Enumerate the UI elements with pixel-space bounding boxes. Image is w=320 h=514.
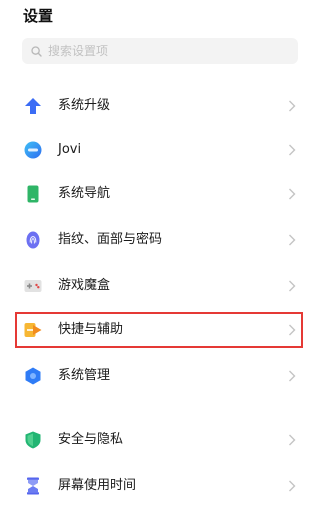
settings-item-shortcuts-accessibility[interactable]: 快捷与辅助 bbox=[0, 308, 320, 352]
shortcut-icon bbox=[24, 321, 42, 339]
settings-item-system-management[interactable]: 系统管理 bbox=[0, 354, 320, 398]
chevron-right-icon bbox=[289, 234, 296, 246]
search-icon bbox=[31, 45, 42, 57]
settings-item-jovi[interactable]: Jovi bbox=[0, 128, 320, 172]
settings-item-label: 系统管理 bbox=[58, 368, 111, 383]
settings-item-screen-time[interactable]: 屏幕使用时间 bbox=[0, 464, 320, 508]
settings-item-system-navigation[interactable]: 系统导航 bbox=[0, 172, 320, 216]
settings-item-system-update[interactable]: 系统升级 bbox=[0, 84, 320, 128]
settings-item-label: 系统升级 bbox=[58, 98, 111, 113]
settings-page: 设置 系统升级 bbox=[0, 0, 320, 514]
settings-item-label: 指纹、面部与密码 bbox=[58, 232, 163, 247]
settings-item-game-box[interactable]: 游戏魔盒 bbox=[0, 264, 320, 308]
jovi-icon bbox=[24, 141, 42, 159]
chevron-right-icon bbox=[289, 480, 296, 492]
search-input[interactable] bbox=[48, 44, 268, 58]
chevron-right-icon bbox=[289, 370, 296, 382]
arrow-up-icon bbox=[24, 97, 42, 115]
system-management-icon bbox=[24, 367, 42, 385]
settings-item-label: 游戏魔盒 bbox=[58, 278, 111, 293]
chevron-right-icon bbox=[289, 280, 296, 292]
chevron-right-icon bbox=[289, 144, 296, 156]
settings-item-label: 安全与隐私 bbox=[58, 432, 124, 447]
settings-item-fingerprint-face-password[interactable]: 指纹、面部与密码 bbox=[0, 218, 320, 262]
settings-item-label: 系统导航 bbox=[58, 186, 111, 201]
page-title: 设置 bbox=[23, 7, 54, 25]
fingerprint-icon bbox=[24, 231, 42, 249]
shield-icon bbox=[24, 431, 42, 449]
phone-navigation-icon bbox=[24, 185, 42, 203]
search-bar[interactable] bbox=[22, 38, 298, 64]
chevron-right-icon bbox=[289, 100, 296, 112]
game-box-icon bbox=[24, 277, 42, 295]
settings-item-label: 屏幕使用时间 bbox=[58, 478, 137, 493]
settings-item-label: 快捷与辅助 bbox=[58, 322, 124, 337]
chevron-right-icon bbox=[289, 188, 296, 200]
settings-item-label: Jovi bbox=[58, 142, 82, 157]
settings-item-security-privacy[interactable]: 安全与隐私 bbox=[0, 418, 320, 462]
chevron-right-icon bbox=[289, 434, 296, 446]
hourglass-icon bbox=[24, 477, 42, 495]
chevron-right-icon bbox=[289, 324, 296, 336]
